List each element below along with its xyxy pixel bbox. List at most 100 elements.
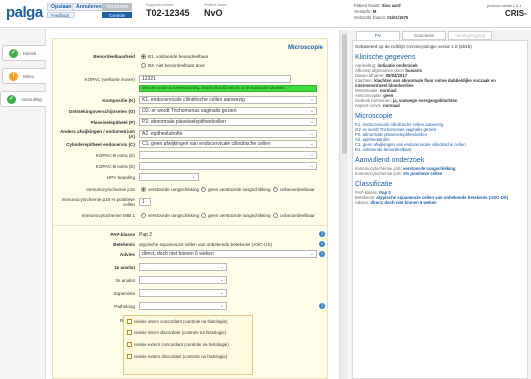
advies-select[interactable]: direct, doch niet binnen 6 weken ⌄ <box>139 250 317 258</box>
rapport-label: Rapportnummer <box>146 3 174 7</box>
mib-label: Immunocytochemie MIB 1 <box>81 213 135 218</box>
analist2-label: 2e analist <box>115 278 135 283</box>
chevron-down-icon: ⌄ <box>219 277 224 283</box>
ontsteking-select[interactable]: O2. er wordt Trichomonas vaginalis gezie… <box>139 107 317 115</box>
chevron-down-icon: ⌄ <box>309 108 314 114</box>
sidebar-item-label: Aanvulling <box>21 97 42 102</box>
p16-radio-verstoord[interactable]: verstoorde rangschikking <box>141 187 199 193</box>
micro-title: Microscopie <box>355 113 393 120</box>
kopac-input[interactable]: 12321 <box>139 75 291 83</box>
sidebar-item-klinisch[interactable]: ✓ Klinisk <box>2 45 46 61</box>
betekenis-label: Betekenis <box>113 242 135 247</box>
kopac-extra-select-2[interactable]: ⌄ <box>139 162 317 170</box>
revisie-checkbox-1[interactable]: revisie intern concordant (controle na h… <box>127 319 227 325</box>
chevron-down-icon: ⌄ <box>309 119 314 125</box>
header: palga Opslaan Annuleren Versturen Feedba… <box>0 0 531 28</box>
protocol-version: protocol versie 1.0.1 <box>487 4 522 8</box>
checkbox-icon <box>127 319 132 325</box>
kopac-extra-label-2: KOPAC-B extra (E) <box>95 164 135 169</box>
pv-intro: Gebaseerd op de richtlijn Cervixcytologi… <box>355 44 472 49</box>
analist1-select[interactable]: ⌄ <box>139 263 227 271</box>
sidebar-item-label: Micro <box>23 74 34 79</box>
tab-pv[interactable]: PV <box>356 31 400 40</box>
pap-value: Pap 2 <box>139 232 153 238</box>
info-icon[interactable]: i <box>319 303 325 309</box>
pap-label: PAP-klasse <box>110 232 135 237</box>
chevron-down-icon: ⌄ <box>191 174 196 180</box>
p16-pct-label: Immunocytochemie p16 % positieve cellen <box>61 197 135 207</box>
checkbox-icon <box>127 342 132 348</box>
mib-radio-geen[interactable]: geen verstoorde rangschikking <box>201 213 271 219</box>
p16-radio-geen[interactable]: geen verstoorde rangschikking <box>201 187 271 193</box>
radio-icon <box>201 187 206 193</box>
info-icon[interactable]: i <box>319 241 325 247</box>
tab-controle[interactable]: Controle <box>102 12 132 18</box>
tab-feedback[interactable]: Feedback <box>47 12 75 18</box>
p16-pct-input[interactable]: 1 <box>139 198 151 206</box>
tab-conclusie[interactable]: Conclusie <box>402 31 446 40</box>
revisie-checkbox-3[interactable]: revisie extern concordant (controle na h… <box>127 342 229 348</box>
beoordeelbaar-radio-b1[interactable]: B1. voldoende beoordeelbaar <box>141 54 208 60</box>
patient-value: NvO <box>204 8 223 18</box>
kopac-extra-select-1[interactable]: ⌄ <box>139 151 317 159</box>
chevron-down-icon: ⌄ <box>219 264 224 270</box>
kopac-label: KOPAC (verkorte invoer) <box>84 77 135 82</box>
sidebar-item-micro[interactable]: ! Micro <box>2 68 46 84</box>
p16-radio-onbeoordeelbaar[interactable]: onbeoordeelbaar <box>273 187 315 193</box>
radio-icon <box>141 213 146 219</box>
tab-verslaglegging[interactable]: Verslaglegging <box>448 31 492 40</box>
aanvullend-title: Aanvullend onderzoek <box>355 157 425 164</box>
cylinder-select[interactable]: C1. geen afwijkingen van endocervicale c… <box>139 140 317 148</box>
info-icon[interactable]: i <box>319 231 325 237</box>
info-icon[interactable]: i <box>319 251 325 257</box>
patient-sex-row: Geslacht: M <box>354 9 377 14</box>
analist2-select[interactable]: ⌄ <box>139 276 227 284</box>
cylinder-label: Cylinderepitheel endocervix (C) <box>66 142 135 147</box>
revisie-checkbox-2[interactable]: revisie intern discordant (controle na h… <box>127 330 226 336</box>
microscopie-form: Microscopie Beoordeelbaarheid B1. voldoe… <box>52 38 328 379</box>
kompositie-label: Kompositie (K) <box>102 98 135 103</box>
chevron-down-icon: ⌄ <box>309 141 314 147</box>
hpv-select[interactable]: ⌄ <box>139 173 199 181</box>
advies-label: Advies <box>119 252 135 257</box>
palga-logo: palga <box>6 4 43 21</box>
rapport-number: T02-12345 <box>146 8 190 18</box>
radio-icon <box>201 213 206 219</box>
plaveisel-select[interactable]: P2. abnormale plaveiselepitheelcellen ⌄ <box>139 118 317 126</box>
class-line: Advies: direct, doch niet binnen 6 weken <box>355 200 437 205</box>
kopac-extra-label-1: KOPAC-B extra (E) <box>95 153 135 158</box>
divider <box>53 225 327 226</box>
warning-icon: ! <box>9 72 18 81</box>
chevron-down-icon: ⌄ <box>309 97 314 103</box>
mib-radio-verstoord[interactable]: verstoorde rangschikking <box>141 213 199 219</box>
patient-name-row: Patient Naam: Sico aard <box>354 3 401 8</box>
checkbox-icon <box>127 330 132 336</box>
sidebar-item-aanvulling[interactable]: ✓ Aanvulling <box>0 91 46 107</box>
plaveisel-label: Plaveiselepitheel (P) <box>90 120 135 125</box>
supervisie-label: Supervisie <box>113 291 135 296</box>
beoordeelbaarheid-label: Beoordeelbaarheid <box>93 54 135 59</box>
klinisch-line: Aspect cervix: normaal <box>355 103 400 108</box>
revisie-options: revisie intern concordant (controle na h… <box>123 315 253 375</box>
patholoog-select[interactable]: ⌄ <box>139 302 227 310</box>
sidebar-item-label: Klinisk <box>23 51 37 56</box>
patient-dob-row: Geboorte Datum: 01/01/1975 <box>354 15 409 20</box>
ontsteking-label: Ontstekingsverschijnselen (O) <box>68 109 135 114</box>
scrollbar-thumb[interactable] <box>342 34 347 154</box>
sidebar: ✓ Klinisk ! Micro ✓ Aanvulling <box>0 29 46 379</box>
kopac-message: Verkorte invoer is overeenkomstig. Melde… <box>139 85 317 92</box>
cancel-button[interactable]: Annuleren <box>72 3 106 11</box>
supervisie-select[interactable]: ⌄ <box>139 289 227 297</box>
mib-radio-onbeoordeelbaar[interactable]: onbeoordeelbaar <box>273 213 315 219</box>
form-scrollbar[interactable] <box>339 30 348 379</box>
kompositie-select[interactable]: K1. endocervicale cilindrische cellen aa… <box>139 96 317 104</box>
micro-line: B1. voldoende beoordeelbaar <box>355 147 412 152</box>
anders-select[interactable]: A2. epitheelatrofie ⌄ <box>139 130 317 138</box>
revisie-checkbox-4[interactable]: revisie extern discordant (controle na h… <box>127 354 227 360</box>
beoordeelbaar-radio-b3[interactable]: B3. niet beoordeelbaar door <box>141 63 205 69</box>
radio-icon <box>141 54 146 60</box>
send-button[interactable]: Versturen <box>102 3 133 11</box>
protocol-code: CRIS- <box>505 9 527 18</box>
radio-icon <box>273 213 278 219</box>
chevron-down-icon: ⌄ <box>219 290 224 296</box>
